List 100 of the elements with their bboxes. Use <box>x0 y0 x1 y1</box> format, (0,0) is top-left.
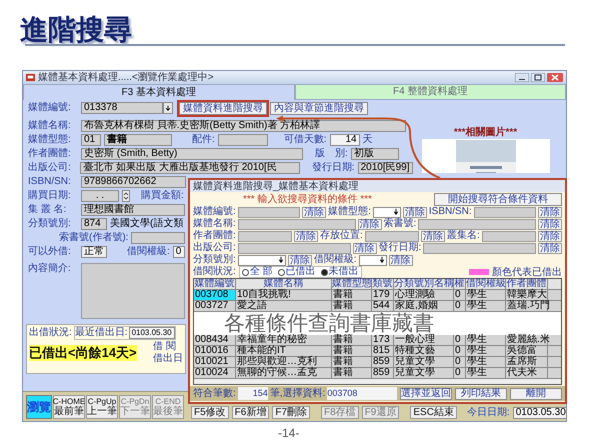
start-search-button[interactable]: 開始搜尋符合條件資料 <box>434 192 562 206</box>
dropdown-icon[interactable] <box>163 102 173 114</box>
text-field[interactable]: 史密斯 (Smith, Betty) <box>81 148 303 160</box>
field-label: 今日日期: <box>466 407 510 419</box>
tab[interactable]: F4 整體資料處理 <box>294 84 566 100</box>
table-cell: 書籍 <box>332 335 372 345</box>
text-field[interactable]: 理想國書館 <box>81 204 185 216</box>
clear-button[interactable]: 清除 <box>358 218 382 230</box>
clear-button[interactable]: 清除 <box>302 206 326 218</box>
text-field[interactable]: 0 <box>172 246 185 258</box>
field-label: 分類號別: <box>28 218 72 230</box>
clear-button[interactable]: 清除 <box>388 254 413 266</box>
field-label: 索書號(作者號): <box>59 232 128 244</box>
clear-button[interactable]: 清除 <box>294 230 318 242</box>
table-cell: 179 <box>372 290 394 300</box>
clear-button[interactable]: 清除 <box>402 206 427 218</box>
nav-button[interactable]: C-PgUp 上一筆 <box>86 395 118 419</box>
text-field[interactable] <box>364 230 419 242</box>
text-field[interactable]: 0103.05.30 <box>512 407 567 419</box>
text-field[interactable]: 初版 <box>350 148 399 160</box>
table-cell: 家庭,婚姻 <box>394 301 454 311</box>
nav-button[interactable]: C-HOME 最前筆 <box>53 395 85 419</box>
text-field[interactable]: 14 <box>330 134 360 146</box>
select-field[interactable] <box>238 254 286 266</box>
search-button[interactable]: 內容與章節進階搜尋 <box>270 102 368 114</box>
text-field[interactable]: . . <box>81 190 119 202</box>
panel-title: ***相關圖片*** <box>454 127 518 139</box>
footer-button[interactable]: 離開 <box>510 388 562 400</box>
field-label: 存放位置: <box>320 230 363 242</box>
text-field[interactable]: 9789866702662 <box>81 176 186 188</box>
clear-button[interactable]: 清除 <box>538 230 562 242</box>
text-field[interactable] <box>423 242 536 254</box>
table-cell: 0 <box>454 335 466 345</box>
table-cell: 學生 <box>466 346 506 356</box>
summary-field[interactable] <box>81 263 185 319</box>
text-field[interactable] <box>238 242 350 254</box>
text-field[interactable] <box>418 218 536 230</box>
footer-button[interactable]: 選擇並返回 <box>400 388 452 400</box>
column-header: 作者團體 <box>506 279 548 289</box>
field-label: 購買日期: <box>28 190 72 202</box>
action-button[interactable]: F5修改 <box>191 406 229 419</box>
text-field[interactable] <box>238 230 292 242</box>
text-field[interactable]: 013378 <box>81 102 163 114</box>
select-field[interactable] <box>372 206 401 218</box>
table-cell: 書籍 <box>332 368 372 378</box>
table-cell: 0 <box>454 346 466 356</box>
table-cell: 兒童文學 <box>394 357 454 367</box>
text-field[interactable] <box>474 206 536 218</box>
action-button[interactable]: ESC結束 <box>410 406 457 419</box>
column-header: 媒體編號 <box>194 279 236 289</box>
close-icon[interactable] <box>547 73 563 82</box>
text-field[interactable]: 正常 <box>81 246 107 258</box>
search-button[interactable]: 媒體資料進階搜尋 <box>179 102 267 114</box>
text-field[interactable] <box>238 206 300 218</box>
field-label: 媒體名稱: <box>193 218 236 230</box>
table-cell: 種本能的IT <box>236 346 332 356</box>
text-field[interactable]: 0103.05.30 <box>128 327 175 339</box>
select-field[interactable] <box>358 254 387 266</box>
text-field[interactable] <box>238 218 356 230</box>
radio-option[interactable]: 未借出 <box>320 267 359 277</box>
dialog-heading: *** 輸入欲搜尋資料的條件 *** <box>243 192 372 206</box>
clear-button[interactable]: 清除 <box>421 230 445 242</box>
tab[interactable]: F3 基本資料處理 <box>23 84 294 100</box>
browse-button[interactable]: 瀏覽 <box>26 395 52 419</box>
field-label: ISBN/SN: <box>28 176 72 188</box>
field-label: 借 閱 <box>153 341 177 352</box>
table-cell: 愛麗絲.米 <box>506 335 548 345</box>
dropdown-icon <box>378 256 386 264</box>
column-header: 媒體型態 <box>332 279 372 289</box>
legend-swatch <box>469 269 489 275</box>
text-field[interactable] <box>131 232 185 244</box>
text-field[interactable]: 臺北市 如果出版 大雁出版基地發行 2010[民 <box>80 162 300 174</box>
text-field[interactable]: 2010[民99] <box>358 162 413 174</box>
text-field[interactable]: 書籍 <box>104 134 172 146</box>
text-field[interactable] <box>482 230 536 242</box>
clear-button[interactable]: 清除 <box>288 254 312 266</box>
clear-button[interactable]: 清除 <box>352 242 376 254</box>
field-label: 可以外借: <box>28 246 72 258</box>
radio-option[interactable]: 全 部 <box>242 267 273 277</box>
spinner-icon[interactable] <box>122 190 130 202</box>
field-label: 叢集名: <box>447 230 480 242</box>
table-cell: 學生 <box>466 301 506 311</box>
text-field[interactable]: 布魯克林有棵樹 貝蒂.史密斯(Betty Smith)著 方柏林譯 <box>81 120 406 132</box>
field-label: 媒體編號: <box>193 206 236 218</box>
dropdown-icon <box>392 208 400 216</box>
text-field[interactable]: 01 <box>81 134 101 146</box>
clear-button[interactable]: 清除 <box>538 242 562 254</box>
text-field[interactable] <box>218 134 268 146</box>
action-button[interactable]: F7刪除 <box>272 406 310 419</box>
table-cell: 特種文藝 <box>394 346 454 356</box>
minimize-icon[interactable] <box>515 73 529 82</box>
clear-button[interactable]: 清除 <box>538 218 562 230</box>
radio-option[interactable]: 已借出 <box>278 267 316 277</box>
field-label: 可借天數: <box>284 134 327 146</box>
clear-button[interactable]: 清除 <box>538 206 562 218</box>
loan-status-text: 已借出<尚餘14天> <box>29 345 137 361</box>
footer-button[interactable]: 列印結果 <box>455 388 508 400</box>
text-field[interactable]: 874 <box>81 218 107 230</box>
action-button[interactable]: F6新增 <box>232 406 270 419</box>
maximize-icon[interactable] <box>531 73 545 82</box>
